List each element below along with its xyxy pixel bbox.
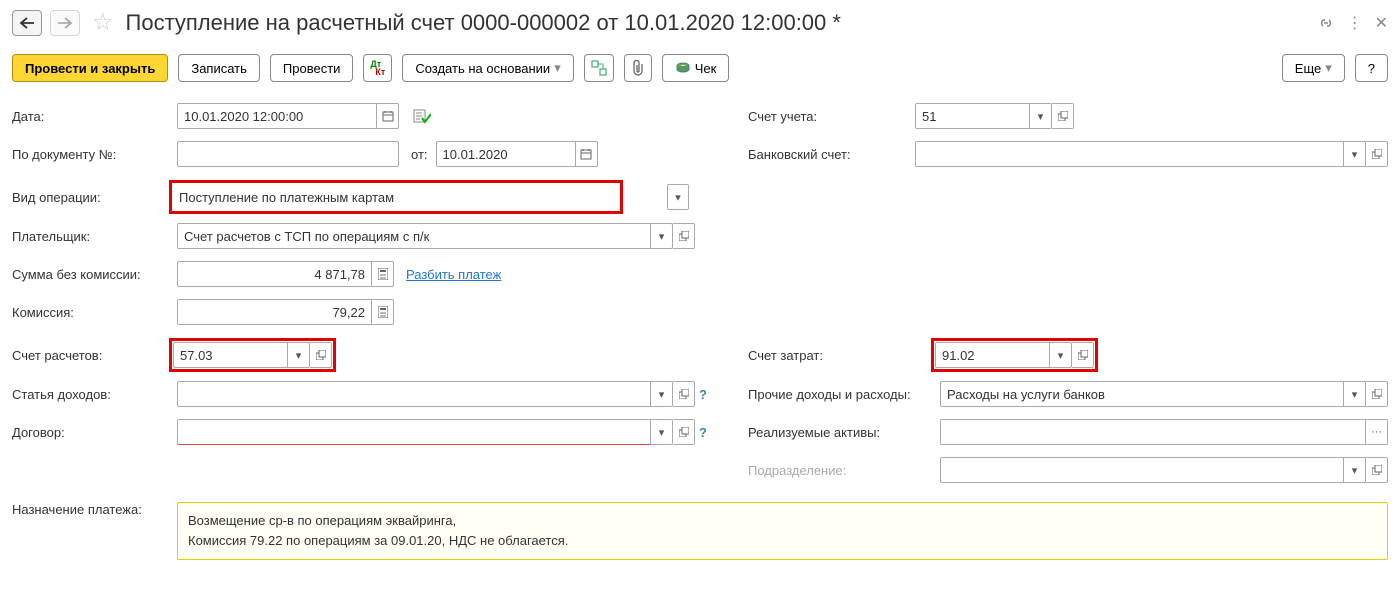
- date-label: Дата:: [12, 109, 177, 124]
- chevron-down-icon[interactable]: ▾: [651, 419, 673, 445]
- contract-field[interactable]: [177, 419, 651, 445]
- status-icon: [413, 108, 431, 124]
- purpose-line-2: Комиссия 79.22 по операциям за 09.01.20,…: [188, 531, 1377, 551]
- chevron-down-icon[interactable]: ▾: [651, 223, 673, 249]
- op-type-label: Вид операции:: [12, 190, 171, 205]
- division-field[interactable]: [940, 457, 1344, 483]
- check-button[interactable]: Чек: [662, 54, 730, 82]
- help-icon[interactable]: ?: [699, 387, 707, 402]
- division-label: Подразделение:: [748, 463, 940, 478]
- sum-field[interactable]: 4 871,78: [177, 261, 372, 287]
- help-button[interactable]: ?: [1355, 54, 1388, 82]
- payer-field[interactable]: Счет расчетов с ТСП по операциям с п/к: [177, 223, 651, 249]
- chevron-down-icon[interactable]: ▾: [1344, 457, 1366, 483]
- more-button[interactable]: Еще▾: [1282, 54, 1345, 82]
- open-icon[interactable]: [673, 223, 695, 249]
- calendar-icon[interactable]: [576, 141, 598, 167]
- kebab-menu-icon[interactable]: ⋮: [1347, 13, 1363, 33]
- settlement-acc-label: Счет расчетов:: [12, 348, 171, 363]
- doc-no-field[interactable]: [177, 141, 399, 167]
- payer-label: Плательщик:: [12, 229, 177, 244]
- page-title: Поступление на расчетный счет 0000-00000…: [126, 10, 1309, 36]
- nav-back-button[interactable]: [12, 10, 42, 36]
- bank-acc-label: Банковский счет:: [748, 147, 915, 162]
- from-date-field[interactable]: 10.01.2020: [436, 141, 576, 167]
- assets-field[interactable]: [940, 419, 1366, 445]
- star-icon[interactable]: ☆: [92, 11, 114, 35]
- open-icon[interactable]: [310, 342, 332, 368]
- purpose-textarea[interactable]: Возмещение ср-в по операциям эквайринга,…: [177, 502, 1388, 560]
- expense-acc-field[interactable]: 91.02: [935, 342, 1050, 368]
- op-type-field[interactable]: Поступление по платежным картам: [173, 184, 619, 210]
- chevron-down-icon[interactable]: ▾: [1344, 141, 1366, 167]
- structure-button[interactable]: [584, 54, 614, 82]
- sum-label: Сумма без комиссии:: [12, 267, 177, 282]
- commission-field[interactable]: 79,22: [177, 299, 372, 325]
- link-icon[interactable]: [1317, 14, 1335, 32]
- settlement-acc-field[interactable]: 57.03: [173, 342, 288, 368]
- form: Дата: 10.01.2020 12:00:00 Счет учета: 51…: [12, 102, 1388, 560]
- expense-acc-highlight: 91.02 ▾: [933, 340, 1096, 370]
- account-label: Счет учета:: [748, 109, 915, 124]
- open-icon[interactable]: [1366, 381, 1388, 407]
- date-field[interactable]: 10.01.2020 12:00:00: [177, 103, 377, 129]
- save-button[interactable]: Записать: [178, 54, 260, 82]
- contract-label: Договор:: [12, 425, 177, 440]
- open-icon[interactable]: [1366, 141, 1388, 167]
- calendar-icon[interactable]: [377, 103, 399, 129]
- commission-label: Комиссия:: [12, 305, 177, 320]
- open-icon[interactable]: [1366, 457, 1388, 483]
- create-based-button[interactable]: Создать на основании▾: [402, 54, 573, 82]
- open-icon[interactable]: [1072, 342, 1094, 368]
- op-type-highlight: Поступление по платежным картам: [171, 182, 621, 212]
- chevron-down-icon[interactable]: ▾: [1344, 381, 1366, 407]
- post-close-button[interactable]: Провести и закрыть: [12, 54, 168, 82]
- titlebar: ☆ Поступление на расчетный счет 0000-000…: [12, 6, 1388, 40]
- attach-button[interactable]: [624, 54, 652, 82]
- chevron-down-icon[interactable]: ▾: [1030, 103, 1052, 129]
- close-icon[interactable]: ✕: [1375, 13, 1388, 33]
- nav-forward-button[interactable]: [50, 10, 80, 36]
- calculator-icon[interactable]: [372, 299, 394, 325]
- expense-acc-label: Счет затрат:: [748, 348, 933, 363]
- bank-acc-field[interactable]: [915, 141, 1344, 167]
- other-income-label: Прочие доходы и расходы:: [748, 387, 940, 402]
- split-payment-link[interactable]: Разбить платеж: [406, 267, 501, 282]
- post-button[interactable]: Провести: [270, 54, 354, 82]
- income-item-label: Статья доходов:: [12, 387, 177, 402]
- account-field[interactable]: 51: [915, 103, 1030, 129]
- doc-no-label: По документу №:: [12, 147, 177, 162]
- help-icon[interactable]: ?: [699, 425, 707, 440]
- settlement-acc-highlight: 57.03 ▾: [171, 340, 334, 370]
- chevron-down-icon[interactable]: ▾: [651, 381, 673, 407]
- chevron-down-icon[interactable]: ▾: [1050, 342, 1072, 368]
- chevron-down-icon[interactable]: ▾: [288, 342, 310, 368]
- open-icon[interactable]: [673, 381, 695, 407]
- toolbar: Провести и закрыть Записать Провести Дт …: [12, 54, 1388, 82]
- other-income-field[interactable]: Расходы на услуги банков: [940, 381, 1344, 407]
- open-icon[interactable]: [1052, 103, 1074, 129]
- more-dots-icon[interactable]: ···: [1366, 419, 1388, 445]
- calculator-icon[interactable]: [372, 261, 394, 287]
- purpose-label: Назначение платежа:: [12, 502, 177, 517]
- income-item-field[interactable]: [177, 381, 651, 407]
- assets-label: Реализуемые активы:: [748, 425, 940, 440]
- chevron-down-icon[interactable]: ▾: [667, 184, 689, 210]
- open-icon[interactable]: [673, 419, 695, 445]
- from-label: от:: [411, 147, 428, 162]
- dtkt-button[interactable]: Дт Кт: [363, 54, 392, 82]
- purpose-line-1: Возмещение ср-в по операциям эквайринга,: [188, 511, 1377, 531]
